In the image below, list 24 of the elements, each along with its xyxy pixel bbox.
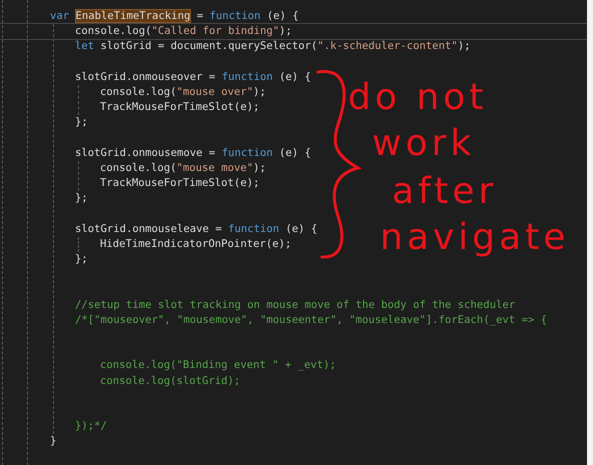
code-line: console.log("mouse move"); — [100, 160, 266, 176]
code-line: var EnableTimeTracking = function (e) { — [50, 9, 299, 24]
handwritten-note: work — [372, 122, 476, 166]
code-line: console.log("Called for binding"); — [75, 24, 292, 40]
code-line: }; — [75, 191, 88, 206]
code-comment: console.log(slotGrid); — [100, 374, 240, 388]
code-comment: });*/ — [75, 419, 107, 434]
code-line: slotGrid.onmouseleave = function (e) { — [75, 222, 318, 237]
handwritten-note: after — [392, 170, 498, 214]
code-line: console.log("mouse over"); — [100, 84, 266, 100]
code-line: let slotGrid = document.querySelector(".k-scheduler-content"); — [75, 39, 470, 54]
code-comment: //setup time slot tracking on mouse move of the body of the scheduler — [75, 298, 516, 313]
code-comment: /*["mouseover", "mousemove", "mouseenter", "mouseleave"].forEach(_evt => { — [75, 312, 547, 328]
handwritten-note: navigate — [380, 216, 570, 260]
code-line: TrackMouseForTimeSlot(e); — [100, 100, 260, 116]
code-comment: console.log("Binding event " + _evt); — [100, 358, 336, 374]
code-line: }; — [75, 115, 88, 130]
code-line: HideTimeIndicatorOnPointer(e); — [100, 236, 292, 252]
code-line: TrackMouseForTimeSlot(e); — [100, 176, 260, 192]
code-line: } — [50, 434, 56, 450]
code-line: slotGrid.onmouseover = function (e) { — [75, 70, 312, 85]
handwritten-note: do not — [348, 76, 488, 120]
code-line: }; — [75, 252, 88, 267]
code-line: slotGrid.onmousemove = function (e) { — [75, 146, 312, 161]
